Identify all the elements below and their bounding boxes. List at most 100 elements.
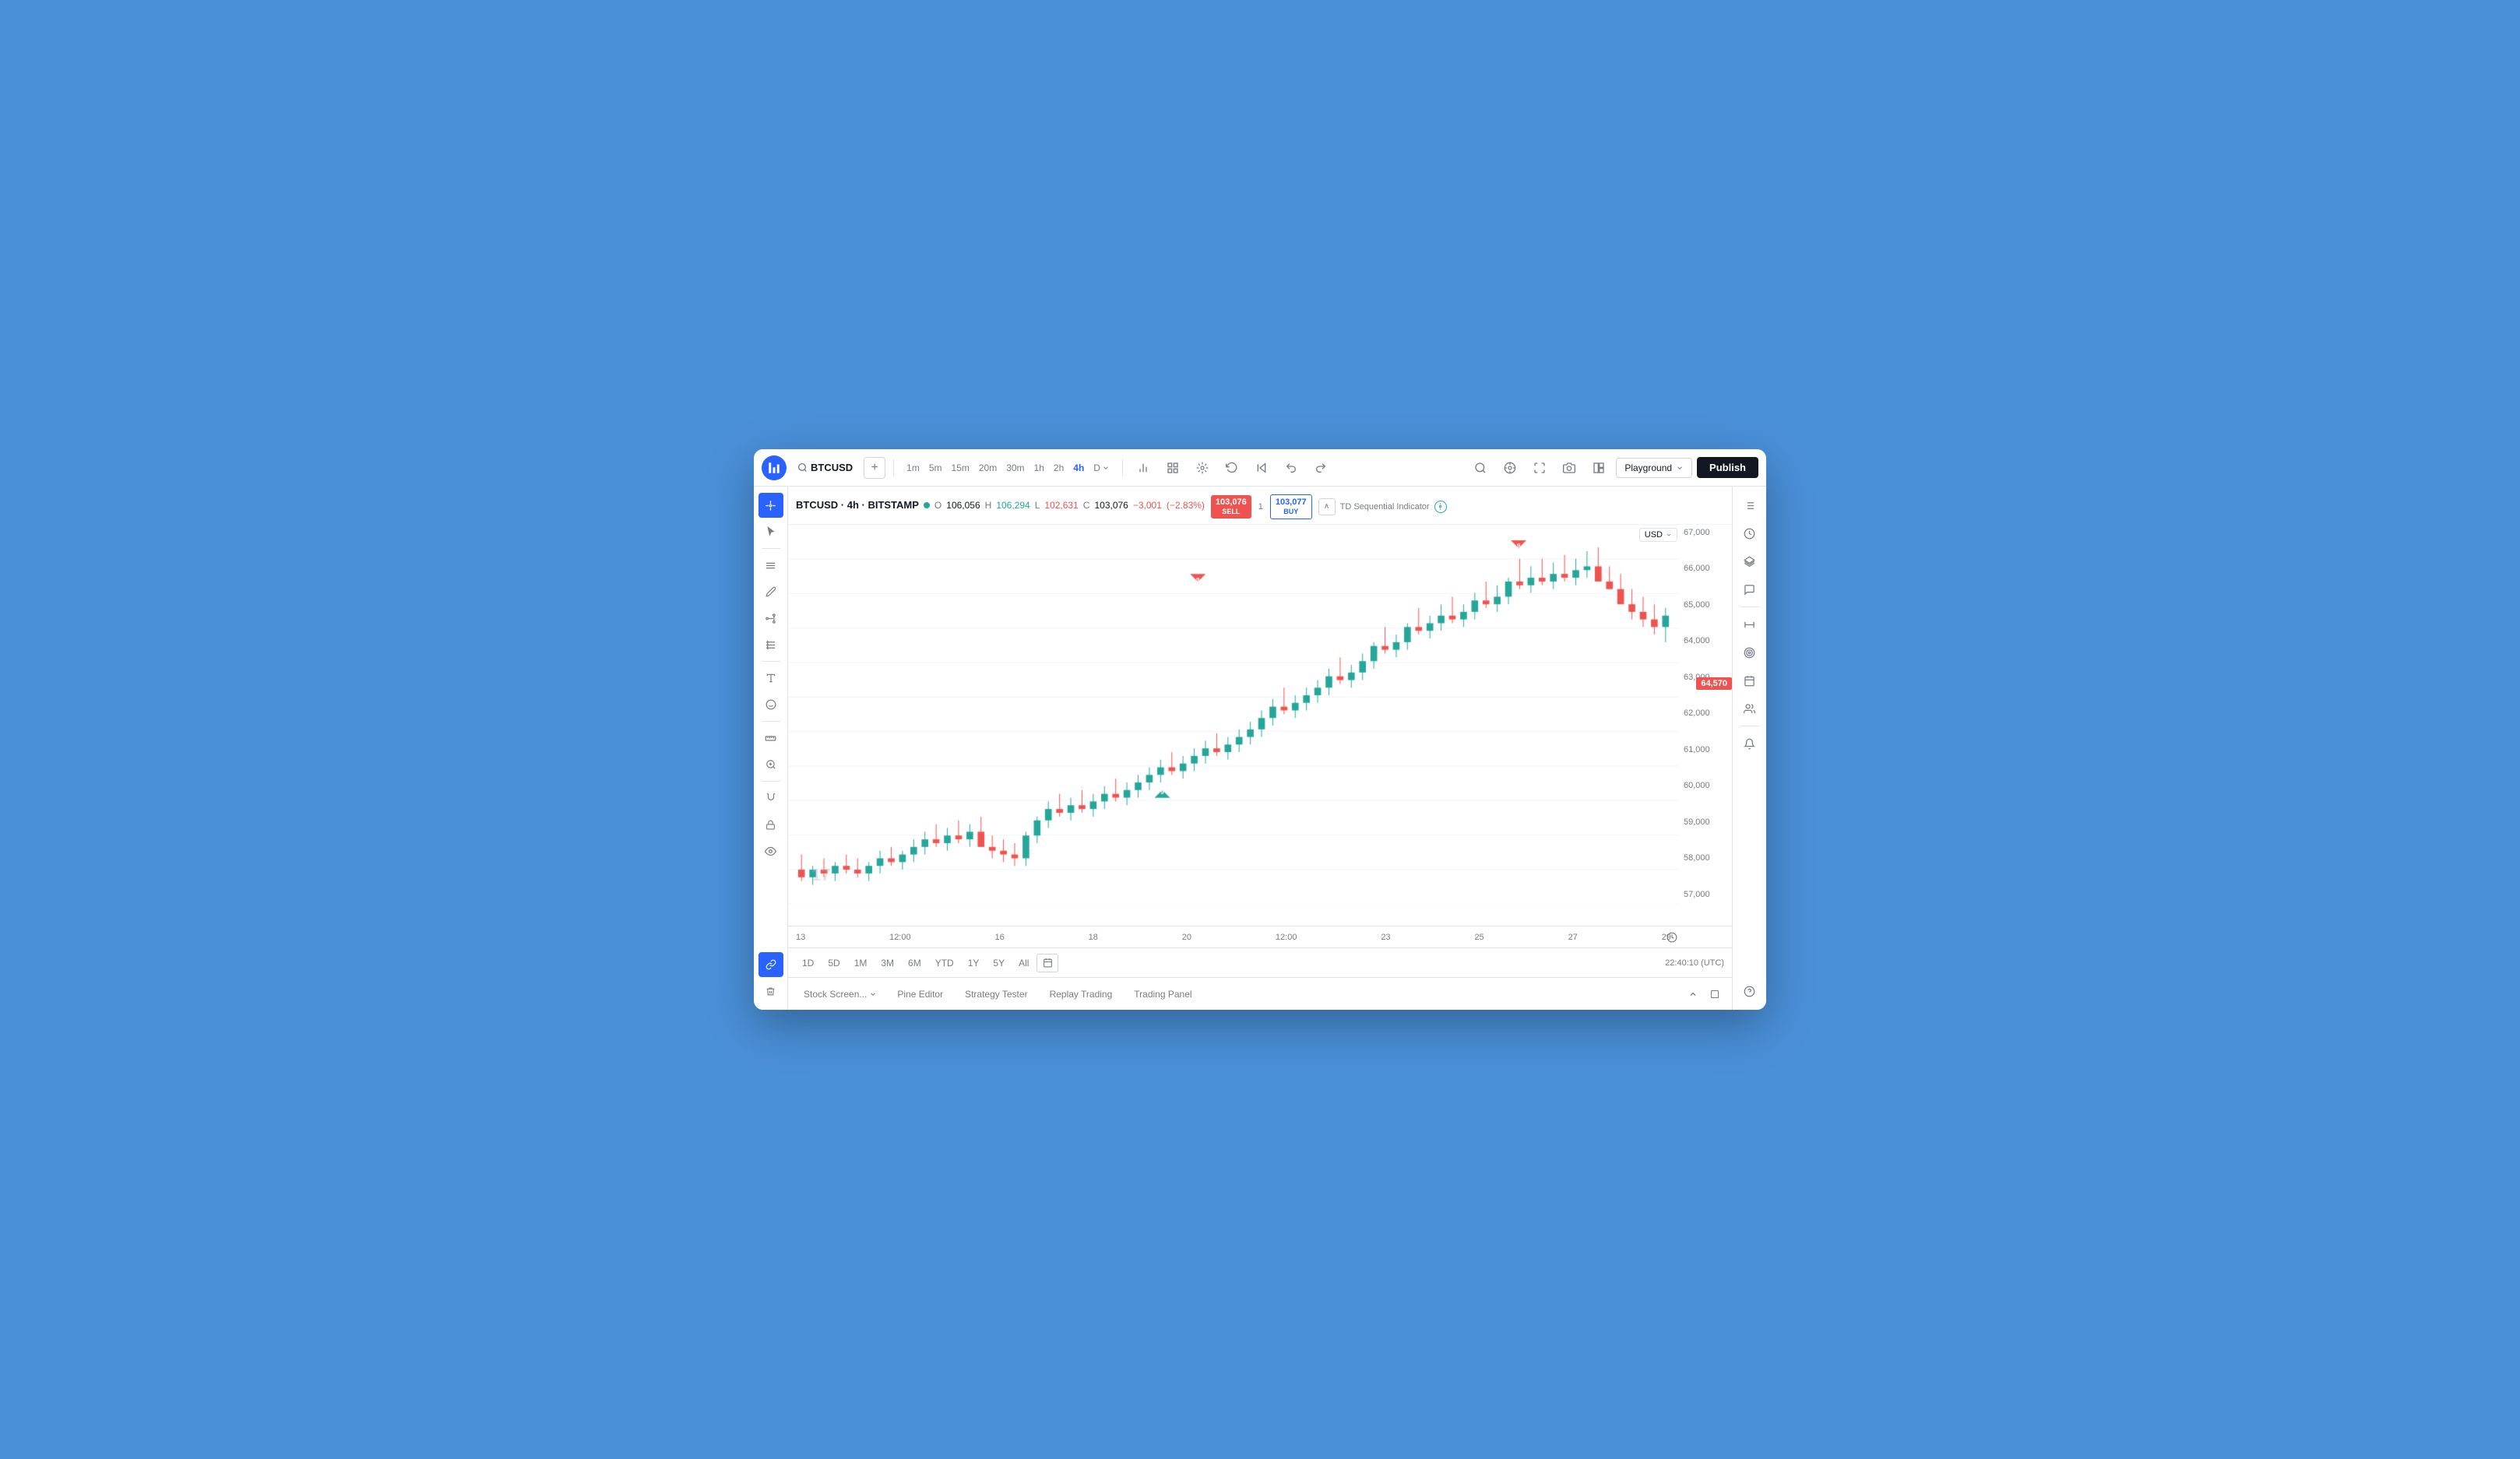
fast-backward-button[interactable] <box>1249 455 1274 480</box>
link-tool[interactable] <box>758 952 783 977</box>
fib-tool[interactable] <box>758 632 783 657</box>
lock-tool[interactable] <box>758 812 783 837</box>
interval-1m[interactable]: 1m <box>902 460 924 476</box>
main-area: BTCUSD · 4h · BITSTAMP O 106,056 H 106,2… <box>754 487 1766 1010</box>
ruler-tool[interactable] <box>758 726 783 751</box>
topbar: BTCUSD + 1m 5m 15m 20m 30m 1h 2h 4h D <box>754 449 1766 487</box>
collapse-button[interactable]: ∧ <box>1318 498 1336 515</box>
time-25: 25 <box>1474 933 1483 942</box>
drawing-tool[interactable] <box>758 579 783 604</box>
alert-button[interactable] <box>1737 731 1762 756</box>
badge-count: 1 <box>1256 502 1265 512</box>
tf-1d[interactable]: 1D <box>796 955 820 972</box>
tf-all[interactable]: All <box>1012 955 1035 972</box>
topbar-divider-1 <box>893 459 894 476</box>
stock-screener-tab[interactable]: Stock Screen... <box>796 984 885 1004</box>
watchlist-button[interactable] <box>1737 493 1762 518</box>
zoom-tool[interactable] <box>758 752 783 777</box>
indicators-button[interactable] <box>1190 455 1215 480</box>
fullscreen-button[interactable] <box>1527 455 1552 480</box>
tf-ytd[interactable]: YTD <box>929 955 960 972</box>
emoji-tool[interactable] <box>758 692 783 717</box>
cursor-tool[interactable] <box>758 519 783 544</box>
candlestick-chart[interactable] <box>788 525 1679 904</box>
trading-panel-tab[interactable]: Trading Panel <box>1124 984 1201 1004</box>
comments-button[interactable] <box>1737 577 1762 602</box>
compare-button[interactable] <box>1131 455 1156 480</box>
indicator-settings[interactable] <box>1434 501 1447 513</box>
crosshair-tool[interactable] <box>758 493 783 518</box>
crosshair-sync-button[interactable] <box>1498 455 1522 480</box>
interval-D-dropdown[interactable]: D <box>1089 460 1114 476</box>
tf-5d[interactable]: 5D <box>822 955 846 972</box>
interval-20m[interactable]: 20m <box>974 460 1001 476</box>
publish-button[interactable]: Publish <box>1697 457 1758 478</box>
magnet-tool[interactable] <box>758 786 783 810</box>
open-value: 106,056 <box>946 500 980 511</box>
eye-tool[interactable] <box>758 838 783 863</box>
playground-button[interactable]: Playground <box>1616 458 1692 478</box>
change-value: −3,001 <box>1133 500 1162 511</box>
main-window: BTCUSD + 1m 5m 15m 20m 30m 1h 2h 4h D <box>754 449 1766 1010</box>
interval-D-label: D <box>1093 462 1100 473</box>
horizontal-line-tool[interactable] <box>758 553 783 578</box>
panel-expand-btn[interactable] <box>1705 985 1724 1004</box>
add-icon: + <box>871 461 878 475</box>
tf-1y[interactable]: 1Y <box>962 955 986 972</box>
timeframe-bar: 1D 5D 1M 3M 6M YTD 1Y 5Y All 22:40:10 (U… <box>788 947 1732 977</box>
logo-button[interactable] <box>762 455 787 480</box>
time-1200-1: 12:00 <box>889 933 911 942</box>
date-range-button[interactable] <box>1037 954 1058 972</box>
replay-button[interactable] <box>1220 455 1244 480</box>
symbol-search[interactable]: BTCUSD <box>791 459 859 476</box>
tf-3m[interactable]: 3M <box>875 955 900 972</box>
high-value: 106,294 <box>996 500 1029 511</box>
trash-tool[interactable] <box>758 979 783 1004</box>
goto-date-button[interactable] <box>1667 932 1677 943</box>
path-tool[interactable] <box>758 606 783 631</box>
calendar-button[interactable] <box>1737 668 1762 693</box>
panel-collapse-btn[interactable] <box>1684 985 1702 1004</box>
price-60000: 60,000 <box>1684 781 1727 790</box>
alerts-history-button[interactable] <box>1737 521 1762 546</box>
interval-1h[interactable]: 1h <box>1029 460 1049 476</box>
left-toolbar <box>754 487 788 1010</box>
text-tool[interactable] <box>758 666 783 691</box>
currency-selector[interactable]: USD <box>1639 528 1677 542</box>
indicator-row: ∧ TD Sequential Indicator <box>1318 498 1447 515</box>
strategy-tester-tab[interactable]: Strategy Tester <box>956 984 1037 1004</box>
interval-15m[interactable]: 15m <box>947 460 974 476</box>
target-button[interactable] <box>1737 640 1762 665</box>
add-symbol-button[interactable]: + <box>864 457 885 479</box>
interval-5m[interactable]: 5m <box>924 460 947 476</box>
chart-type-button[interactable] <box>1160 455 1185 480</box>
tf-6m[interactable]: 6M <box>902 955 927 972</box>
snapshot-button[interactable] <box>1557 455 1582 480</box>
interval-30m[interactable]: 30m <box>1001 460 1029 476</box>
search-button[interactable] <box>1468 455 1493 480</box>
pine-editor-tab[interactable]: Pine Editor <box>888 984 952 1004</box>
chart-container: BTCUSD · 4h · BITSTAMP O 106,056 H 106,2… <box>788 487 1732 1010</box>
chart-canvas[interactable]: 67,000 66,000 65,000 64,000 63,000 62,00… <box>788 525 1732 926</box>
people-button[interactable] <box>1737 696 1762 721</box>
redo-button[interactable] <box>1308 455 1333 480</box>
layout-button[interactable] <box>1586 455 1611 480</box>
right-divider-1 <box>1740 606 1759 607</box>
time-18: 18 <box>1089 933 1098 942</box>
strategy-tester-label: Strategy Tester <box>965 989 1027 1000</box>
chart-header: BTCUSD · 4h · BITSTAMP O 106,056 H 106,2… <box>788 487 1732 525</box>
interval-4h[interactable]: 4h <box>1068 460 1089 476</box>
help-button[interactable] <box>1737 979 1762 1004</box>
replay-trading-tab[interactable]: Replay Trading <box>1040 984 1122 1004</box>
measure-tool-button[interactable] <box>1737 612 1762 637</box>
stock-screener-label: Stock Screen... <box>804 989 867 1000</box>
interval-2h[interactable]: 2h <box>1049 460 1068 476</box>
replay-trading-label: Replay Trading <box>1050 989 1113 1000</box>
sell-badge[interactable]: 103,076 SELL <box>1211 495 1251 519</box>
price-58000: 58,000 <box>1684 853 1727 863</box>
tf-1m[interactable]: 1M <box>848 955 874 972</box>
undo-button[interactable] <box>1279 455 1304 480</box>
buy-badge[interactable]: 103,077 BUY <box>1270 494 1312 519</box>
tf-5y[interactable]: 5Y <box>987 955 1011 972</box>
layers-button[interactable] <box>1737 549 1762 574</box>
